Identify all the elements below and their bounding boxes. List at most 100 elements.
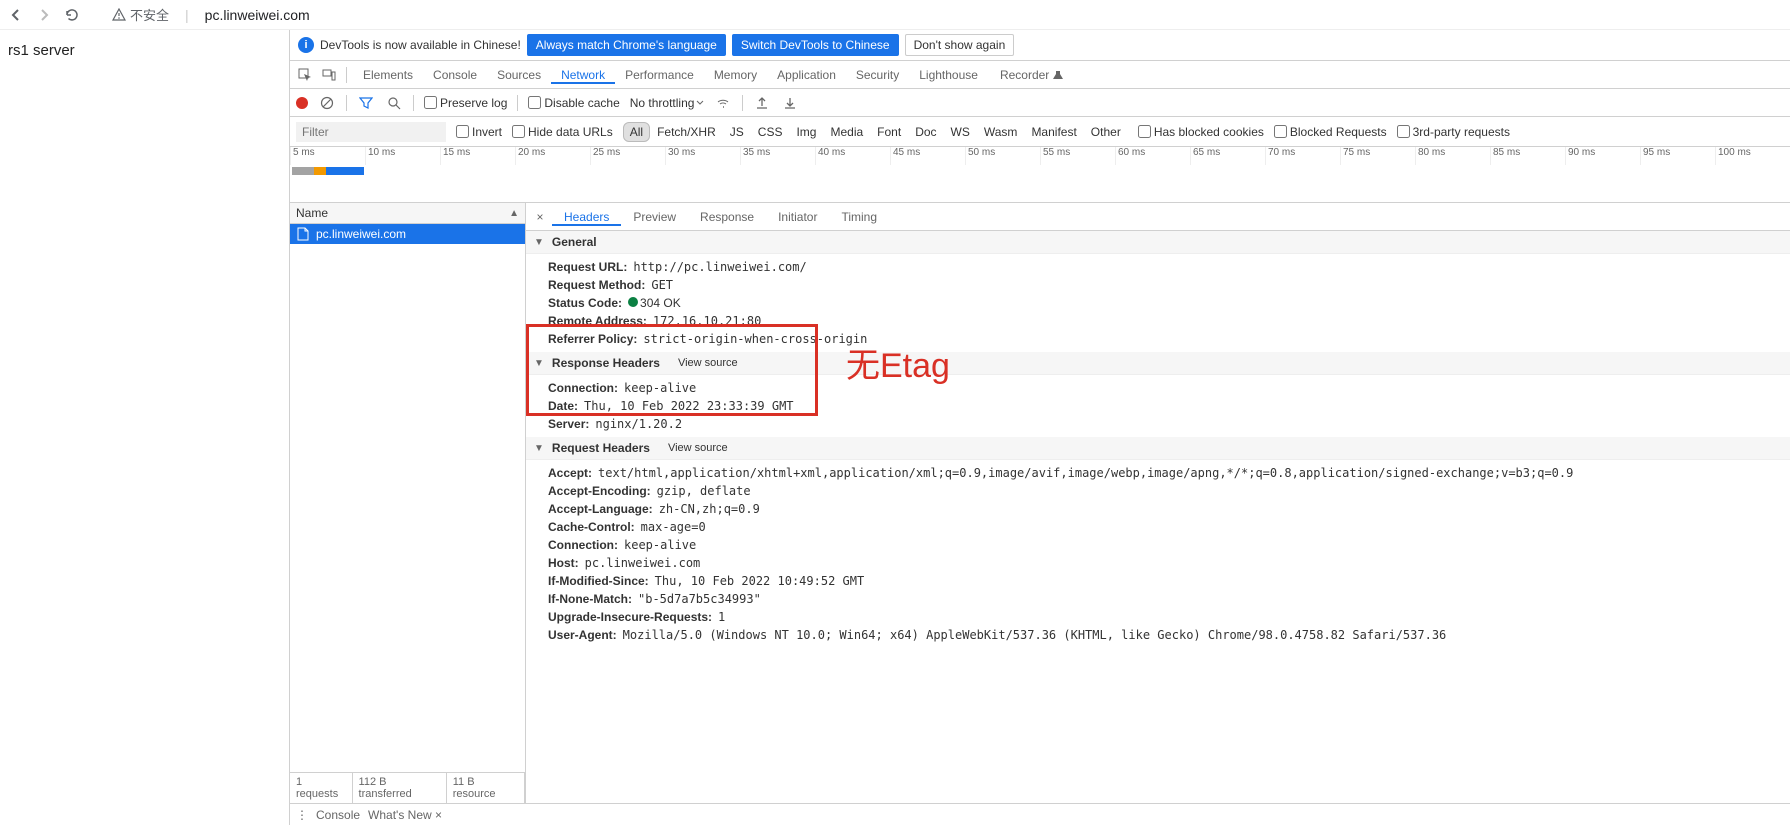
dont-show-button[interactable]: Don't show again	[905, 34, 1015, 56]
timeline-tick: 85 ms	[1490, 147, 1565, 165]
throttling-select[interactable]: No throttling	[630, 96, 705, 110]
timeline[interactable]: 5 ms10 ms15 ms20 ms25 ms30 ms35 ms40 ms4…	[290, 147, 1790, 203]
general-section[interactable]: ▼General	[526, 231, 1790, 254]
detail-tabs: × HeadersPreviewResponseInitiatorTiming	[526, 203, 1790, 231]
warning-icon	[112, 8, 126, 22]
tab-sources[interactable]: Sources	[487, 68, 551, 82]
filter-type-img[interactable]: Img	[789, 122, 823, 142]
clear-icon[interactable]	[318, 94, 336, 112]
wifi-icon[interactable]	[714, 94, 732, 112]
filter-icon[interactable]	[357, 94, 375, 112]
hide-data-urls-checkbox[interactable]: Hide data URLs	[512, 125, 613, 139]
detail-tab-response[interactable]: Response	[688, 210, 766, 224]
filter-type-js[interactable]: JS	[723, 122, 751, 142]
view-source-link[interactable]: View source	[668, 442, 728, 454]
invert-checkbox[interactable]: Invert	[456, 125, 502, 139]
match-language-button[interactable]: Always match Chrome's language	[527, 34, 726, 56]
timeline-tick: 50 ms	[965, 147, 1040, 165]
timeline-tick: 40 ms	[815, 147, 890, 165]
detail-tab-initiator[interactable]: Initiator	[766, 210, 829, 224]
request-name: pc.linweiwei.com	[316, 227, 406, 241]
timeline-tick: 65 ms	[1190, 147, 1265, 165]
filter-type-other[interactable]: Other	[1084, 122, 1128, 142]
timeline-tick: 20 ms	[515, 147, 590, 165]
timeline-tick: 25 ms	[590, 147, 665, 165]
tab-memory[interactable]: Memory	[704, 68, 767, 82]
switch-language-button[interactable]: Switch DevTools to Chinese	[732, 34, 899, 56]
page-text: rs1 server	[8, 42, 75, 59]
filter-type-css[interactable]: CSS	[751, 122, 790, 142]
chevron-down-icon	[696, 99, 704, 107]
preserve-log-checkbox[interactable]: Preserve log	[424, 96, 507, 110]
timeline-tick: 75 ms	[1340, 147, 1415, 165]
request-item[interactable]: pc.linweiwei.com	[290, 224, 525, 244]
response-headers-section[interactable]: ▼Response HeadersView source	[526, 352, 1790, 375]
drawer: ⋮ Console What's New ×	[290, 803, 1790, 825]
drawer-menu-icon[interactable]: ⋮	[296, 808, 308, 822]
filter-type-ws[interactable]: WS	[944, 122, 977, 142]
drawer-tab-console[interactable]: Console	[316, 808, 360, 822]
view-source-link[interactable]: View source	[678, 357, 738, 369]
detail-tab-headers[interactable]: Headers	[552, 210, 621, 226]
tab-performance[interactable]: Performance	[615, 68, 704, 82]
third-party-checkbox[interactable]: 3rd-party requests	[1397, 125, 1510, 139]
page-content: rs1 server	[0, 30, 289, 825]
tab-lighthouse[interactable]: Lighthouse	[909, 68, 988, 82]
device-icon[interactable]	[318, 64, 340, 86]
record-button[interactable]	[296, 97, 308, 109]
timeline-tick: 5 ms	[290, 147, 365, 165]
reload-icon[interactable]	[64, 7, 80, 23]
request-headers-section[interactable]: ▼Request HeadersView source	[526, 437, 1790, 460]
info-icon: i	[298, 37, 314, 53]
security-indicator[interactable]: 不安全	[112, 5, 169, 24]
inspect-icon[interactable]	[294, 64, 316, 86]
filter-input[interactable]	[296, 122, 446, 142]
tab-security[interactable]: Security	[846, 68, 909, 82]
tab-elements[interactable]: Elements	[353, 68, 423, 82]
filter-type-all[interactable]: All	[623, 122, 650, 142]
filter-type-font[interactable]: Font	[870, 122, 908, 142]
infobar-text: DevTools is now available in Chinese!	[320, 38, 521, 52]
timeline-tick: 60 ms	[1115, 147, 1190, 165]
detail-tab-preview[interactable]: Preview	[621, 210, 688, 224]
back-icon[interactable]	[8, 7, 24, 23]
tab-network[interactable]: Network	[551, 68, 615, 84]
drawer-tab-whatsnew[interactable]: What's New ×	[368, 808, 442, 822]
document-icon	[296, 227, 310, 241]
detail-tab-timing[interactable]: Timing	[829, 210, 889, 224]
filter-type-fetchxhr[interactable]: Fetch/XHR	[650, 122, 723, 142]
timeline-tick: 95 ms	[1640, 147, 1715, 165]
filter-type-doc[interactable]: Doc	[908, 122, 943, 142]
tab-recorder[interactable]: Recorder	[990, 61, 1073, 89]
devtools-panel: i DevTools is now available in Chinese! …	[289, 30, 1790, 825]
blocked-requests-checkbox[interactable]: Blocked Requests	[1274, 125, 1387, 139]
upload-icon[interactable]	[753, 94, 771, 112]
close-icon[interactable]: ×	[530, 210, 550, 224]
blocked-cookies-checkbox[interactable]: Has blocked cookies	[1138, 125, 1264, 139]
timeline-tick: 45 ms	[890, 147, 965, 165]
search-icon[interactable]	[385, 94, 403, 112]
timeline-tick: 15 ms	[440, 147, 515, 165]
devtools-tabs: ElementsConsoleSourcesNetworkPerformance…	[290, 61, 1790, 89]
timeline-tick: 70 ms	[1265, 147, 1340, 165]
network-toolbar: Preserve log Disable cache No throttling	[290, 89, 1790, 117]
filter-type-media[interactable]: Media	[823, 122, 870, 142]
timeline-tick: 100 ms	[1715, 147, 1790, 165]
request-list: Name ▲ pc.linweiwei.com 1 requests 112 B…	[290, 203, 526, 803]
address-url[interactable]: pc.linweiwei.com	[205, 7, 310, 23]
disable-cache-checkbox[interactable]: Disable cache	[528, 96, 619, 110]
tab-console[interactable]: Console	[423, 68, 487, 82]
tab-application[interactable]: Application	[767, 68, 846, 82]
filter-type-wasm[interactable]: Wasm	[977, 122, 1025, 142]
timeline-tick: 90 ms	[1565, 147, 1640, 165]
timeline-tick: 35 ms	[740, 147, 815, 165]
infobar: i DevTools is now available in Chinese! …	[290, 30, 1790, 61]
filter-type-manifest[interactable]: Manifest	[1024, 122, 1083, 142]
sort-icon[interactable]: ▲	[509, 208, 519, 219]
close-icon[interactable]: ×	[435, 808, 442, 822]
forward-icon[interactable]	[36, 7, 52, 23]
flask-icon	[1053, 70, 1063, 80]
name-column-header[interactable]: Name ▲	[290, 203, 525, 224]
security-text: 不安全	[130, 5, 169, 24]
download-icon[interactable]	[781, 94, 799, 112]
